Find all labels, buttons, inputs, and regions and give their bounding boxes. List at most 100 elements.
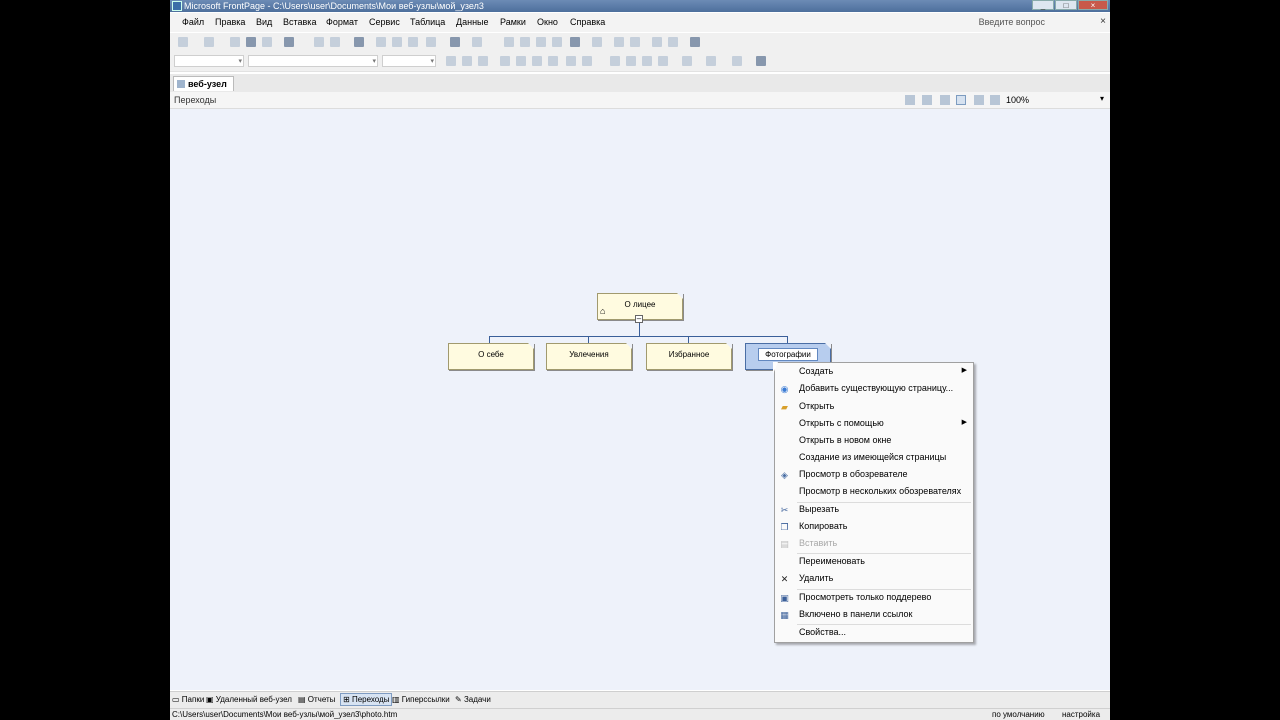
menu-item-open-with[interactable]: Открыть с помощью ▶ — [775, 416, 973, 432]
menu-file[interactable]: Файл — [182, 17, 204, 27]
menu-item-open[interactable]: ▰ Открыть — [775, 399, 973, 415]
zoom-dropdown-icon[interactable]: ▾ — [1100, 94, 1104, 103]
save-icon[interactable] — [230, 37, 240, 47]
hyperlink-icon[interactable] — [592, 37, 602, 47]
menu-item-add-existing-page[interactable]: ◉ Добавить существующую страницу... — [775, 381, 973, 397]
menu-item-copy[interactable]: ❐ Копировать — [775, 519, 973, 535]
borders-icon[interactable] — [682, 56, 692, 66]
italic-icon[interactable] — [462, 56, 472, 66]
cut-icon[interactable] — [376, 37, 386, 47]
publish-icon[interactable] — [262, 37, 272, 47]
menu-item-preview-multiple[interactable]: Просмотр в нескольких обозревателях — [775, 484, 973, 500]
menu-item-new-from-existing[interactable]: Создание из имеющейся страницы — [775, 450, 973, 466]
view-tab-hyperlinks[interactable]: ▥ Гиперссылки — [392, 695, 450, 704]
bold-icon[interactable] — [446, 56, 456, 66]
view-tab-tasks[interactable]: ✎ Задачи — [455, 695, 491, 704]
toolbar-options-icon[interactable] — [756, 56, 766, 66]
help-icon[interactable] — [690, 37, 700, 47]
menu-frames[interactable]: Рамки — [500, 17, 526, 27]
redo-icon[interactable] — [472, 37, 482, 47]
page-node-about[interactable]: О себе — [448, 343, 534, 370]
format-painter-icon[interactable] — [426, 37, 436, 47]
page-node-label[interactable]: Фотографии — [758, 348, 818, 361]
minimize-button[interactable]: _ — [1032, 0, 1054, 10]
menu-help[interactable]: Справка — [570, 17, 605, 27]
link-bar-icon[interactable] — [940, 95, 950, 105]
copy-icon[interactable] — [392, 37, 402, 47]
rtl-icon[interactable] — [582, 56, 592, 66]
align-center-icon[interactable] — [516, 56, 526, 66]
tab-website[interactable]: веб-узел — [173, 76, 234, 91]
font-size-combo[interactable] — [382, 55, 436, 67]
highlight-icon[interactable] — [706, 56, 716, 66]
menu-edit[interactable]: Правка — [215, 17, 245, 27]
spelling-icon[interactable] — [354, 37, 364, 47]
anchor-icon[interactable] — [668, 37, 678, 47]
menu-item-create[interactable]: Создать ▶ — [775, 364, 973, 380]
menu-table[interactable]: Таблица — [410, 17, 445, 27]
menu-insert[interactable]: Вставка — [283, 17, 316, 27]
view-tab-folders[interactable]: ▭ Папки — [172, 695, 204, 704]
view-subtree-icon[interactable] — [974, 95, 984, 105]
font-color-icon[interactable] — [732, 56, 742, 66]
zoom-icon[interactable] — [990, 95, 1000, 105]
font-combo[interactable] — [248, 55, 378, 67]
insert-layer-icon[interactable] — [536, 37, 546, 47]
toggle-pane-icon[interactable] — [284, 37, 294, 47]
menu-tools[interactable]: Сервис — [369, 17, 400, 27]
search-icon[interactable] — [246, 37, 256, 47]
menu-item-cut[interactable]: ✂ Вырезать — [775, 502, 973, 518]
menu-view[interactable]: Вид — [256, 17, 272, 27]
decrease-indent-icon[interactable] — [642, 56, 652, 66]
refresh-icon[interactable] — [614, 37, 624, 47]
view-tab-remote-site[interactable]: ▣ Удаленный веб-узел — [206, 695, 292, 704]
open-folder-icon[interactable] — [204, 37, 214, 47]
insert-picture-icon[interactable] — [552, 37, 562, 47]
bullets-icon[interactable] — [626, 56, 636, 66]
stop-icon[interactable] — [630, 37, 640, 47]
menu-item-delete[interactable]: ✕ Удалить — [775, 571, 973, 587]
insert-table-icon[interactable] — [520, 37, 530, 47]
status-custom[interactable]: настройка — [1062, 710, 1100, 719]
page-node-root[interactable]: О лицее ⌂ – — [597, 293, 683, 323]
style-combo[interactable] — [174, 55, 244, 67]
menu-item-view-subtree[interactable]: ▣ Просмотреть только поддерево — [775, 590, 973, 606]
preview-icon[interactable] — [330, 37, 340, 47]
align-left-icon[interactable] — [500, 56, 510, 66]
page-node-hobbies[interactable]: Увлечения — [546, 343, 632, 370]
menu-item-properties[interactable]: Свойства... — [775, 625, 973, 641]
align-right-icon[interactable] — [532, 56, 542, 66]
help-question-input[interactable]: Введите вопрос — [979, 17, 1045, 27]
ltr-icon[interactable] — [566, 56, 576, 66]
add-existing-page-icon[interactable] — [922, 95, 932, 105]
close-document-icon[interactable]: × — [1100, 16, 1106, 27]
view-tab-reports[interactable]: ▤ Отчеты — [298, 695, 335, 704]
drawing-icon[interactable] — [570, 37, 580, 47]
menu-window[interactable]: Окно — [537, 17, 558, 27]
view-tab-navigation[interactable]: ⊞ Переходы — [340, 693, 393, 706]
numbering-icon[interactable] — [610, 56, 620, 66]
new-top-page-icon[interactable] — [905, 95, 915, 105]
status-default[interactable]: по умолчанию — [992, 710, 1045, 719]
menu-item-in-link-bars[interactable]: ▦ Включено в панели ссылок — [775, 607, 973, 623]
undo-icon[interactable] — [450, 37, 460, 47]
print-icon[interactable] — [314, 37, 324, 47]
zoom-level[interactable]: 100% — [1006, 95, 1029, 105]
menu-format[interactable]: Формат — [326, 17, 358, 27]
new-page-icon[interactable] — [178, 37, 188, 47]
menu-item-open-new-window[interactable]: Открыть в новом окне — [775, 433, 973, 449]
underline-icon[interactable] — [478, 56, 488, 66]
menu-item-preview-browser[interactable]: ◈ Просмотр в обозревателе — [775, 467, 973, 483]
menu-item-rename[interactable]: Переименовать — [775, 554, 973, 570]
justify-icon[interactable] — [548, 56, 558, 66]
maximize-button[interactable]: □ — [1055, 0, 1077, 10]
collapse-toggle[interactable]: – — [635, 315, 643, 323]
portrait-landscape-icon[interactable] — [956, 95, 966, 105]
close-button[interactable]: × — [1078, 0, 1108, 10]
web-component-icon[interactable] — [504, 37, 514, 47]
menu-data[interactable]: Данные — [456, 17, 489, 27]
page-node-favorites[interactable]: Избранное — [646, 343, 732, 370]
increase-indent-icon[interactable] — [658, 56, 668, 66]
paste-icon[interactable] — [408, 37, 418, 47]
show-all-icon[interactable] — [652, 37, 662, 47]
